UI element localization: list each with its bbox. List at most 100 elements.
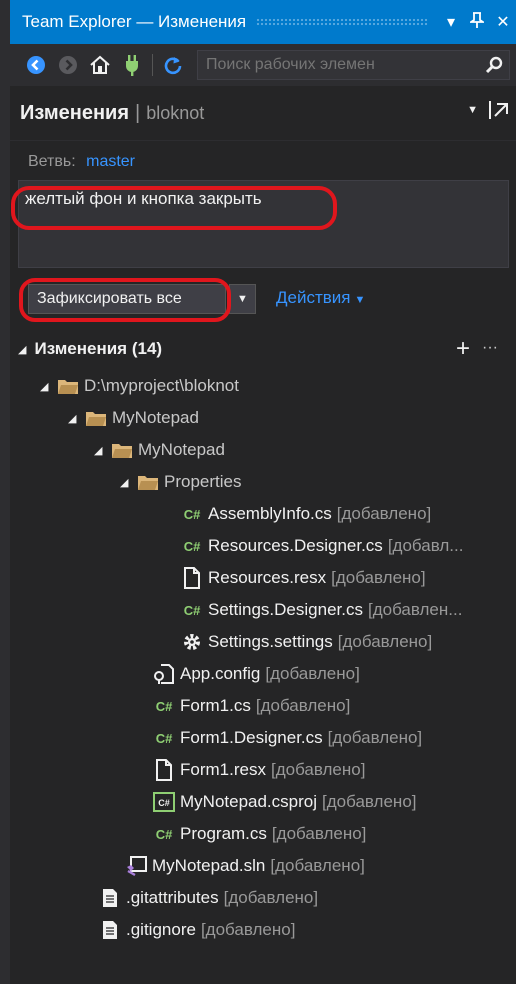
commit-all-button[interactable]: Зафиксировать все (28, 284, 226, 314)
commit-message-input[interactable]: желтый фон и кнопка закрыть (19, 181, 508, 267)
file-status: [добавлено] (265, 664, 360, 683)
expand-triangle-icon[interactable]: ◢ (94, 444, 110, 457)
change-tree-row[interactable]: .gitattributes [добавлено] (0, 882, 506, 914)
file-status: [добавлено] (223, 888, 319, 907)
change-tree-row[interactable]: C# Form1.Designer.cs [добавлено] (0, 722, 506, 754)
change-tree-row[interactable]: Form1.resx [добавлено] (0, 754, 506, 786)
refresh-icon[interactable] (157, 50, 189, 80)
file-name: Form1.cs (180, 696, 251, 715)
file-name: Program.cs (180, 824, 267, 843)
change-tree-row[interactable]: Settings.settings [добавлено] (0, 626, 506, 658)
changes-section-header[interactable]: ◢ Изменения (14) + ··· (18, 334, 504, 364)
change-tree-row[interactable]: App.config [добавлено] (0, 658, 506, 690)
file-status: [добавлено] (322, 792, 417, 811)
file-status: [добавлено] (337, 632, 433, 651)
branch-row: Ветвь: master (10, 141, 516, 179)
home-icon[interactable] (84, 50, 116, 80)
forward-icon[interactable] (52, 50, 84, 80)
change-tree-row[interactable]: ◢ D:\myproject\bloknot (0, 370, 506, 402)
change-tree-row[interactable]: C# Form1.cs [добавлено] (0, 690, 506, 722)
pin-icon[interactable] (464, 11, 490, 33)
folder-icon (136, 471, 160, 493)
file-name: Settings.settings (208, 632, 333, 651)
commit-all-label: Зафиксировать все (37, 290, 182, 307)
actions-menu-link[interactable]: Действия ▼ (276, 288, 365, 308)
title-drag-grip[interactable] (256, 18, 428, 26)
changes-tree: ◢ D:\myproject\bloknot ◢ MyNotepad ◢ MyNotepa… (0, 370, 506, 946)
file-name: AssemblyInfo.cs (208, 504, 332, 523)
svg-text:C#: C# (158, 798, 170, 808)
search-input[interactable] (198, 55, 479, 75)
change-tree-row[interactable]: Resources.resx [добавлено] (0, 562, 506, 594)
file-name: .gitignore (126, 920, 196, 939)
page-switch-dropdown-icon[interactable]: ▼ (467, 104, 478, 116)
page-title: Изменения (20, 101, 129, 124)
expand-triangle-icon[interactable]: ◢ (120, 476, 136, 489)
commit-options-dropdown-icon[interactable]: ▼ (229, 284, 256, 314)
back-icon[interactable] (20, 50, 52, 80)
csproj-file-icon: C# (152, 791, 176, 813)
file-name: Form1.resx (180, 760, 266, 779)
change-tree-row[interactable]: ◢ MyNotepad (0, 434, 506, 466)
change-tree-row[interactable]: ◢ Properties (0, 466, 506, 498)
csharp-file-icon: C# (183, 538, 201, 554)
window-menu-dropdown-icon[interactable]: ▾ (438, 12, 464, 32)
collapse-triangle-icon[interactable]: ◢ (18, 343, 26, 356)
expand-triangle-icon[interactable]: ◢ (40, 380, 56, 393)
file-name: MyNotepad (112, 408, 199, 427)
change-tree-row[interactable]: MyNotepad.sln [добавлено] (0, 850, 506, 882)
change-tree-row[interactable]: C# AssemblyInfo.cs [добавлено] (0, 498, 506, 530)
file-status: [добавлено] (336, 504, 432, 523)
file-name: MyNotepad.sln (152, 856, 266, 875)
resx-file-icon (152, 759, 176, 781)
file-name: App.config (180, 664, 261, 683)
toolbar (10, 44, 516, 86)
change-tree-row[interactable]: C# MyNotepad.csproj [добавлено] (0, 786, 506, 818)
file-name: Resources.resx (208, 568, 327, 587)
file-name: MyNotepad.csproj (180, 792, 318, 811)
header-separator: | (134, 101, 141, 124)
csharp-file-icon: C# (183, 506, 201, 522)
folder-icon (56, 375, 80, 397)
undock-page-icon[interactable] (486, 98, 510, 122)
window-title: Team Explorer — Изменения (22, 12, 247, 31)
text-file-icon (98, 919, 122, 941)
csharp-file-icon: C# (155, 826, 173, 842)
expand-triangle-icon[interactable]: ◢ (68, 412, 84, 425)
close-icon[interactable]: ✕ (490, 12, 516, 32)
solution-file-icon (124, 855, 148, 877)
folder-icon (110, 439, 134, 461)
file-name: MyNotepad (138, 440, 225, 459)
file-name: D:\myproject\bloknot (84, 376, 239, 395)
csharp-file-icon: C# (155, 730, 173, 746)
repository-name: bloknot (146, 102, 205, 123)
text-file-icon (98, 887, 122, 909)
change-tree-row[interactable]: C# Program.cs [добавлено] (0, 818, 506, 850)
file-status: [добавлено] (270, 856, 365, 875)
stage-all-plus-icon[interactable]: + (456, 334, 470, 364)
change-tree-row[interactable]: ◢ MyNotepad (0, 402, 506, 434)
file-status: [добавлен... (367, 600, 463, 619)
branch-label: Ветвь: (28, 153, 76, 170)
file-name: Settings.Designer.cs (208, 600, 363, 619)
change-tree-row[interactable]: C# Resources.Designer.cs [добавл... (0, 530, 506, 562)
toolbar-separator (152, 54, 153, 76)
search-icon[interactable] (479, 51, 509, 79)
search-box (197, 50, 510, 80)
changes-section-title: Изменения (14) (34, 339, 163, 358)
change-tree-row[interactable]: .gitignore [добавлено] (0, 914, 506, 946)
more-options-icon[interactable]: ··· (482, 334, 498, 362)
page-header: Изменения | bloknot ▼ (10, 86, 516, 141)
csharp-file-icon: C# (183, 602, 201, 618)
file-status: [добавлено] (327, 728, 423, 747)
title-bar: Team Explorer — Изменения ▾ ✕ (10, 0, 516, 44)
commit-message-box: желтый фон и кнопка закрыть (18, 180, 509, 268)
csharp-file-icon: C# (155, 698, 173, 714)
file-status: [добавлено] (270, 760, 366, 779)
file-status: [добавлено] (271, 824, 367, 843)
branch-link[interactable]: master (86, 153, 135, 170)
config-file-icon (152, 663, 176, 685)
change-tree-row[interactable]: C# Settings.Designer.cs [добавлен... (0, 594, 506, 626)
connect-plug-icon[interactable] (116, 50, 148, 80)
file-name: .gitattributes (126, 888, 219, 907)
